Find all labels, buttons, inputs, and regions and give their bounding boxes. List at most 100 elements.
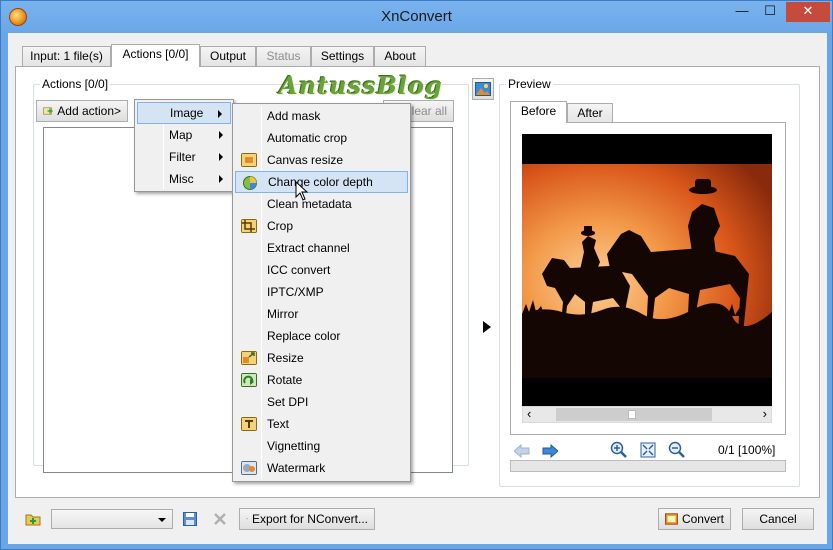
tab-output[interactable]: Output	[200, 46, 256, 66]
menu-item-label: Add mask	[267, 109, 321, 123]
menu-item-label: Crop	[267, 219, 294, 233]
title-bar[interactable]: XnConvert — ☐ ✕	[1, 1, 832, 33]
menu-item-label: Watermark	[267, 461, 326, 475]
submenu-arrow-icon	[219, 175, 223, 183]
export-nconvert-button[interactable]: Export for NConvert...	[239, 508, 375, 530]
menu-item-label: ICC convert	[267, 263, 331, 277]
menu-item-misc[interactable]: Misc	[137, 168, 231, 190]
menu-item-set-dpi[interactable]: Set DPI	[235, 391, 408, 413]
menu-item-clean-metadata[interactable]: Clean metadata	[235, 193, 408, 215]
menu-item-automatic-crop[interactable]: Automatic crop	[235, 127, 408, 149]
menu-item-label: Rotate	[267, 373, 303, 387]
menu-item-replace-color[interactable]: Replace color	[235, 325, 408, 347]
menu-item-icc-convert[interactable]: ICC convert	[235, 259, 408, 281]
zoom-in-icon[interactable]	[610, 441, 628, 459]
menu-item-extract-channel[interactable]: Extract channel	[235, 237, 408, 259]
sunset-cowboys-image	[522, 134, 772, 406]
previous-image-icon[interactable]	[513, 442, 531, 460]
fit-to-window-icon[interactable]	[639, 441, 657, 459]
convert-button[interactable]: Convert	[658, 508, 731, 530]
cancel-label: Cancel	[759, 512, 797, 526]
tab-after[interactable]: After	[567, 103, 613, 123]
tab-before[interactable]: Before	[510, 101, 567, 123]
menu-item-label: Vignetting	[267, 439, 321, 453]
tab-about[interactable]: About	[374, 46, 426, 66]
app-window: XnConvert — ☐ ✕ Input: 1 file(s) Actions…	[0, 0, 833, 550]
minimize-button[interactable]: —	[731, 2, 753, 22]
convert-label: Convert	[681, 512, 724, 526]
canvas-icon	[241, 153, 257, 167]
color-depth-icon	[243, 176, 257, 190]
submenu-arrow-icon	[219, 153, 223, 161]
menu-item-filter[interactable]: Filter	[137, 146, 231, 168]
resize-icon	[241, 351, 257, 365]
menu-item-label: IPTC/XMP	[267, 285, 324, 299]
add-action-icon	[43, 107, 53, 115]
maximize-button[interactable]: ☐	[759, 2, 781, 22]
apply-arrow-icon[interactable]	[478, 318, 496, 336]
menu-item-label: Replace color	[267, 329, 341, 343]
preview-image	[522, 134, 772, 406]
tab-settings[interactable]: Settings	[311, 46, 374, 66]
watermark-icon	[241, 461, 257, 475]
actions-group-title: Actions [0/0]	[40, 77, 111, 91]
menu-item-crop[interactable]: Crop	[235, 215, 408, 237]
preview-horizontal-scrollbar[interactable]: ‹ ›	[522, 406, 772, 423]
preset-select[interactable]	[51, 509, 173, 529]
menu-item-watermark[interactable]: Watermark	[235, 457, 408, 479]
text-icon	[241, 417, 257, 431]
toggle-preview-button[interactable]	[472, 78, 494, 100]
landscape-image-icon	[475, 82, 491, 96]
add-action-label: Add action>	[57, 104, 121, 118]
menu-item-label: Text	[267, 417, 290, 431]
menu-item-text[interactable]: Text	[235, 413, 408, 435]
menu-item-mirror[interactable]: Mirror	[235, 303, 408, 325]
menu-item-label: Automatic crop	[267, 131, 348, 145]
menu-item-filter-label: Filter	[169, 150, 196, 164]
chevron-down-icon	[158, 518, 166, 522]
image-actions-submenu: Add mask Automatic crop Canvas resize Ch…	[232, 103, 411, 482]
export-nconvert-label: Export for NConvert...	[251, 512, 368, 526]
menu-item-misc-label: Misc	[169, 172, 194, 186]
delete-icon[interactable]	[211, 510, 229, 528]
tab-status: Status	[256, 46, 311, 66]
menu-item-label: Change color depth	[268, 175, 373, 189]
submenu-arrow-icon	[218, 110, 222, 118]
scroll-grip	[628, 410, 636, 419]
menu-item-iptc-xmp[interactable]: IPTC/XMP	[235, 281, 408, 303]
rotate-icon	[241, 373, 257, 387]
progress-bar	[510, 460, 786, 472]
tab-actions[interactable]: Actions [0/0]	[111, 44, 200, 67]
add-action-button[interactable]: Add action>	[36, 100, 128, 122]
zoom-status: 0/1 [100%]	[718, 443, 776, 457]
client-area: Input: 1 file(s) Actions [0/0] Output St…	[8, 33, 827, 544]
menu-item-label: Mirror	[267, 307, 299, 321]
menu-item-map[interactable]: Map	[137, 124, 231, 146]
blog-watermark: AntussBlog	[279, 71, 443, 100]
menu-item-map-label: Map	[169, 128, 193, 142]
menu-item-change-color-depth[interactable]: Change color depth	[235, 171, 408, 193]
save-icon[interactable]	[181, 510, 199, 528]
scroll-left-button[interactable]: ‹	[527, 406, 531, 421]
open-folder-icon[interactable]	[24, 510, 42, 528]
next-image-icon[interactable]	[541, 442, 559, 460]
cancel-button[interactable]: Cancel	[742, 508, 814, 530]
close-button[interactable]: ✕	[786, 2, 830, 22]
menu-item-label: Resize	[267, 351, 304, 365]
menu-item-image[interactable]: Image	[137, 102, 231, 124]
export-icon	[246, 518, 248, 520]
menu-item-add-mask[interactable]: Add mask	[235, 105, 408, 127]
menu-item-image-label: Image	[170, 106, 204, 120]
scroll-right-button[interactable]: ›	[763, 406, 767, 421]
menu-item-rotate[interactable]: Rotate	[235, 369, 408, 391]
submenu-arrow-icon	[219, 131, 223, 139]
menu-item-canvas-resize[interactable]: Canvas resize	[235, 149, 408, 171]
add-action-category-menu: Image Map Filter Misc	[134, 99, 234, 192]
tab-input[interactable]: Input: 1 file(s)	[22, 46, 111, 66]
convert-icon	[665, 513, 678, 525]
mouse-cursor-icon	[295, 181, 309, 201]
menu-item-resize[interactable]: Resize	[235, 347, 408, 369]
menu-item-vignetting[interactable]: Vignetting	[235, 435, 408, 457]
preview-group-title: Preview	[506, 77, 553, 91]
zoom-out-icon[interactable]	[668, 441, 686, 459]
